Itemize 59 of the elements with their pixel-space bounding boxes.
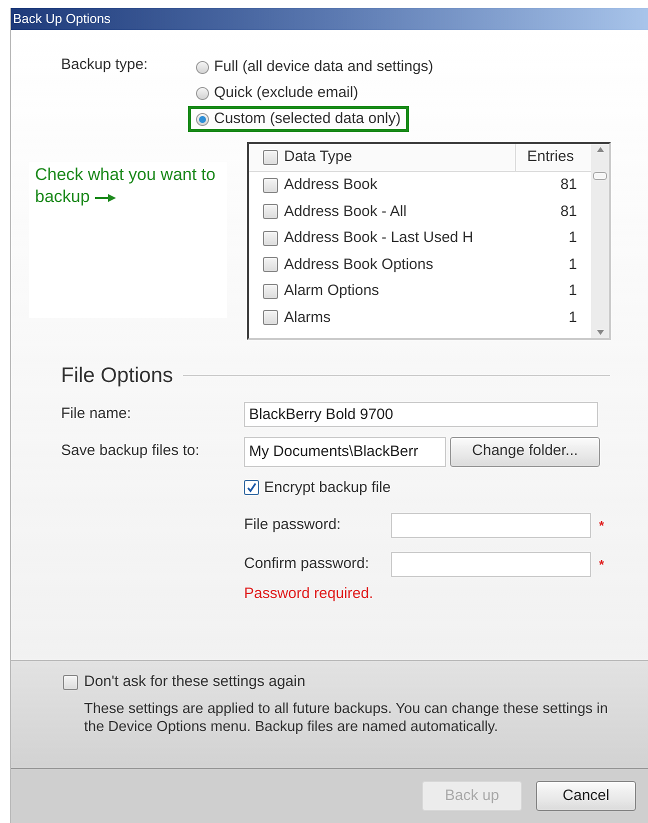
radio-option[interactable]: Custom (selected data only) [188, 106, 409, 132]
radio-option[interactable]: Full (all device data and settings) [191, 54, 438, 80]
checkbox[interactable] [263, 284, 278, 299]
checkmark-icon [246, 482, 257, 494]
file-name-field[interactable]: BlackBerry Bold 9700 [244, 402, 598, 426]
section-heading: File Options [61, 363, 174, 389]
list-row[interactable]: Address Book 81 [249, 172, 591, 198]
backup-type-label: Backup type: [60, 55, 149, 75]
data-type-name: Address Book Options [284, 254, 434, 274]
checkbox[interactable] [63, 674, 78, 690]
window-title: Back Up Options [13, 10, 111, 28]
password-field[interactable] [391, 552, 591, 577]
encrypt-option[interactable]: Encrypt backup file [244, 476, 391, 499]
dialog-button[interactable]: Cancel [536, 781, 636, 811]
data-type-name: Address Book [284, 175, 378, 195]
scroll-up-icon[interactable] [596, 147, 604, 152]
error-message: Password required. [244, 584, 374, 604]
column-header[interactable]: Data Type [249, 144, 515, 171]
scroll-down-icon[interactable] [596, 330, 604, 335]
checkbox[interactable] [244, 480, 259, 496]
checkbox[interactable] [263, 230, 278, 246]
list-row[interactable]: Address Book - Last Used H 1 [249, 225, 591, 252]
settings-note: These settings are applied to all future backups. You can change these settings in the Device Options menu. Backup files are named automatically. [84, 700, 609, 736]
radio-button[interactable] [196, 60, 209, 74]
data-type-name: Alarms [284, 308, 332, 328]
data-type-name: Address Book - All [284, 202, 408, 222]
password-field[interactable] [391, 513, 591, 538]
field-label: Save backup files to: [61, 441, 200, 462]
entries-count: 1 [568, 308, 578, 328]
radio-option[interactable]: Quick (exclude email) [191, 80, 364, 106]
entries-count: 81 [560, 202, 578, 222]
radio-button[interactable] [196, 112, 209, 126]
change-folder-button[interactable]: Change folder... [450, 436, 600, 466]
radio-button[interactable] [196, 86, 209, 100]
entries-count: 1 [568, 281, 578, 301]
dont-ask-option[interactable]: Don't ask for these settings again [63, 671, 306, 694]
arrow-icon [94, 194, 117, 202]
entries-count: 1 [568, 254, 578, 274]
checkbox[interactable] [263, 150, 278, 165]
checkbox[interactable] [263, 204, 278, 220]
list-row[interactable]: Alarm Options 1 [249, 278, 591, 304]
checkbox[interactable] [263, 310, 278, 326]
list-row[interactable]: Address Book Options 1 [249, 252, 591, 278]
scroll-thumb[interactable] [593, 172, 607, 180]
entries-count: 81 [560, 175, 578, 195]
list-row[interactable]: Address Book - All 81 [249, 198, 591, 225]
folder-path-field[interactable]: My Documents\BlackBerr [244, 436, 446, 466]
list-row[interactable]: Alarms 1 [249, 304, 591, 331]
field-label: File password: [244, 515, 342, 536]
callout-text: Check what you want to backup [35, 164, 216, 208]
data-type-name: Address Book - Last Used H [284, 228, 474, 248]
field-label: File name: [61, 404, 132, 424]
checkbox[interactable] [263, 178, 278, 193]
field-label: Confirm password: [244, 554, 370, 574]
data-type-name: Alarm Options [284, 281, 380, 301]
required-mark: * [599, 556, 604, 574]
required-mark: * [599, 516, 604, 535]
entries-count: 1 [568, 228, 578, 248]
checkbox[interactable] [263, 257, 278, 272]
